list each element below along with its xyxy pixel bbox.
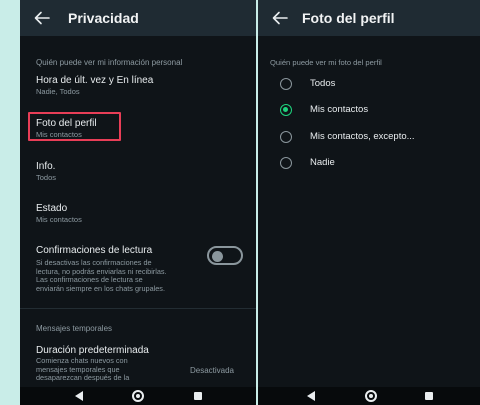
divider: [20, 308, 256, 309]
setting-read-receipts[interactable]: Confirmaciones de lectura Si desactivas …: [36, 245, 206, 293]
radio-button[interactable]: [280, 78, 292, 90]
square-recents-icon[interactable]: [425, 392, 433, 400]
triangle-back-icon[interactable]: [307, 391, 315, 401]
radio-button[interactable]: [280, 131, 292, 143]
setting-value: Nadie, Todos: [36, 87, 80, 96]
section-header-temporary-messages: Mensajes temporales: [36, 324, 113, 333]
page-title: Privacidad: [68, 10, 139, 26]
setting-value: Desactivada: [189, 366, 234, 375]
setting-title: Confirmaciones de lectura: [36, 245, 153, 256]
option-my-contacts[interactable]: Mis contactos: [280, 102, 474, 118]
section-header-personal-info: Quién puede ver mi información personal: [36, 58, 183, 67]
arrow-left-icon[interactable]: [34, 11, 50, 25]
setting-description: Comienza chats nuevos con mensajes tempo…: [36, 356, 130, 383]
app-bar: Privacidad: [20, 0, 256, 36]
option-label: Todos: [310, 78, 336, 89]
profile-photo-screen: Foto del perfil Quién puede ver mi foto …: [258, 0, 480, 405]
setting-value: Mis contactos: [36, 215, 82, 224]
app-bar: Foto del perfil: [258, 0, 480, 36]
radio-button[interactable]: [280, 104, 292, 116]
option-nobody[interactable]: Nadie: [280, 155, 474, 171]
setting-default-duration[interactable]: Duración predeterminada Comienza chats n…: [36, 345, 176, 383]
setting-info[interactable]: Info. Todos: [36, 161, 246, 182]
triangle-back-icon[interactable]: [75, 391, 83, 401]
system-nav-bar: [20, 387, 256, 405]
option-everyone[interactable]: Todos: [280, 76, 474, 92]
highlight-box: [28, 112, 121, 141]
read-receipts-toggle[interactable]: [207, 246, 243, 265]
section-header-photo-visibility: Quién puede ver mi foto del perfil: [270, 58, 382, 67]
page-title: Foto del perfil: [302, 10, 395, 26]
arrow-left-icon[interactable]: [272, 11, 288, 25]
setting-title: Info.: [36, 161, 56, 172]
circle-home-icon[interactable]: [365, 390, 377, 402]
setting-last-seen[interactable]: Hora de últ. vez y En línea Nadie, Todos: [36, 75, 246, 96]
system-nav-bar: [258, 387, 480, 405]
option-label: Mis contactos: [310, 104, 369, 115]
setting-title: Estado: [36, 203, 68, 214]
option-my-contacts-except[interactable]: Mis contactos, excepto...: [280, 129, 474, 145]
setting-description: Si desactivas las confirmaciones de lect…: [36, 258, 167, 293]
toggle-knob: [212, 250, 223, 262]
setting-title: Hora de últ. vez y En línea: [36, 75, 154, 86]
privacy-screen: Privacidad Quién puede ver mi informació…: [20, 0, 256, 405]
square-recents-icon[interactable]: [194, 392, 202, 400]
option-label: Nadie: [310, 157, 335, 168]
circle-home-icon[interactable]: [132, 390, 144, 402]
setting-value: Todos: [36, 173, 57, 182]
option-label: Mis contactos, excepto...: [310, 131, 415, 142]
setting-status[interactable]: Estado Mis contactos: [36, 203, 246, 224]
radio-button[interactable]: [280, 157, 292, 169]
